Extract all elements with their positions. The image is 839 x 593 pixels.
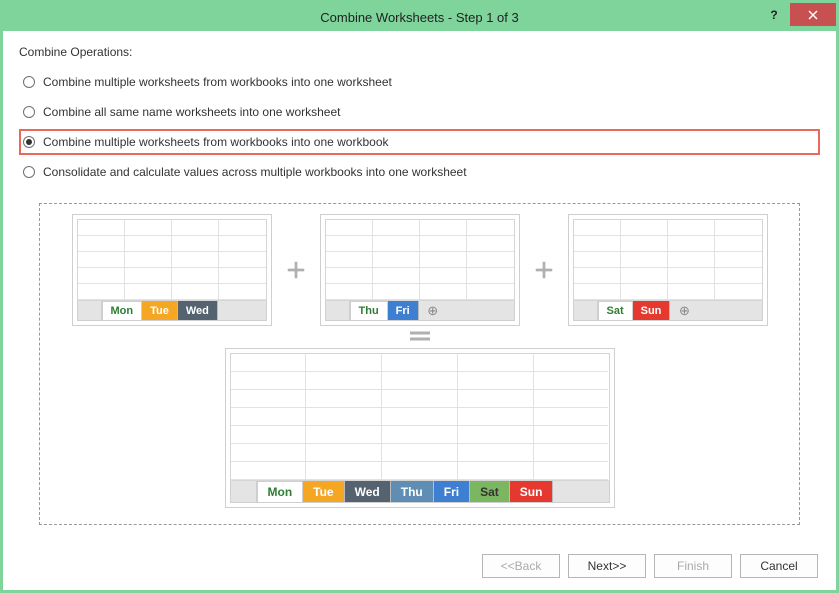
radio-icon	[23, 76, 35, 88]
big-grid	[230, 353, 610, 481]
radio-label: Consolidate and calculate values across …	[43, 165, 467, 179]
tab-tue: Tue	[142, 301, 178, 320]
workbook-3: Sat Sun ⊕	[568, 214, 768, 326]
tabstrip: Mon Tue Wed	[77, 301, 267, 321]
radio-icon	[23, 136, 35, 148]
add-sheet-icon: ⊕	[670, 301, 698, 320]
option-consolidate-calculate[interactable]: Consolidate and calculate values across …	[19, 159, 820, 185]
result-tabstrip: Mon Tue Wed Thu Fri Sat Sun	[230, 481, 610, 503]
workbook-2: Thu Fri ⊕	[320, 214, 520, 326]
dialog-title: Combine Worksheets - Step 1 of 3	[3, 10, 836, 25]
tab-thu: Thu	[391, 481, 434, 502]
tab-sat: Sat	[598, 301, 633, 320]
plus-icon	[282, 259, 310, 281]
dialog-window: Combine Worksheets - Step 1 of 3 ? Combi…	[0, 0, 839, 593]
next-button[interactable]: Next>>	[568, 554, 646, 578]
radio-label: Combine multiple worksheets from workboo…	[43, 75, 392, 89]
plus-icon	[530, 259, 558, 281]
close-button[interactable]	[790, 3, 836, 26]
radio-icon	[23, 106, 35, 118]
option-combine-into-one-worksheet[interactable]: Combine multiple worksheets from workboo…	[19, 69, 820, 95]
titlebar: Combine Worksheets - Step 1 of 3 ?	[3, 3, 836, 31]
close-icon	[808, 10, 818, 20]
tab-mon: Mon	[102, 301, 143, 320]
tab-wed: Wed	[178, 301, 218, 320]
mini-grid	[325, 219, 515, 301]
section-label: Combine Operations:	[19, 45, 820, 59]
title-controls: ?	[758, 3, 836, 26]
diagram-area: Mon Tue Wed	[39, 203, 800, 525]
tabstrip: Sat Sun ⊕	[573, 301, 763, 321]
option-combine-into-one-workbook[interactable]: Combine multiple worksheets from workboo…	[19, 129, 820, 155]
back-button: <<Back	[482, 554, 560, 578]
workbook-1: Mon Tue Wed	[72, 214, 272, 326]
tab-sat: Sat	[470, 481, 510, 502]
radio-label: Combine multiple worksheets from workboo…	[43, 135, 389, 149]
tab-sun: Sun	[633, 301, 671, 320]
tab-fri: Fri	[434, 481, 470, 502]
add-sheet-icon: ⊕	[419, 301, 447, 320]
mini-grid	[573, 219, 763, 301]
tab-thu: Thu	[350, 301, 388, 320]
radio-label: Combine all same name worksheets into on…	[43, 105, 340, 119]
tab-sun: Sun	[510, 481, 554, 502]
tabstrip: Thu Fri ⊕	[325, 301, 515, 321]
tab-wed: Wed	[345, 481, 391, 502]
mini-grid	[77, 219, 267, 301]
tab-mon: Mon	[257, 481, 304, 502]
diagram-top-row: Mon Tue Wed	[54, 214, 785, 326]
tab-fri: Fri	[388, 301, 419, 320]
workbook-result: Mon Tue Wed Thu Fri Sat Sun	[225, 348, 615, 508]
help-button[interactable]: ?	[758, 3, 790, 26]
content-area: Combine Operations: Combine multiple wor…	[3, 31, 836, 537]
tab-tue: Tue	[303, 481, 344, 502]
radio-icon	[23, 166, 35, 178]
equals-icon	[54, 330, 785, 342]
option-combine-same-name[interactable]: Combine all same name worksheets into on…	[19, 99, 820, 125]
cancel-button[interactable]: Cancel	[740, 554, 818, 578]
button-bar: <<Back Next>> Finish Cancel	[482, 554, 818, 578]
finish-button: Finish	[654, 554, 732, 578]
